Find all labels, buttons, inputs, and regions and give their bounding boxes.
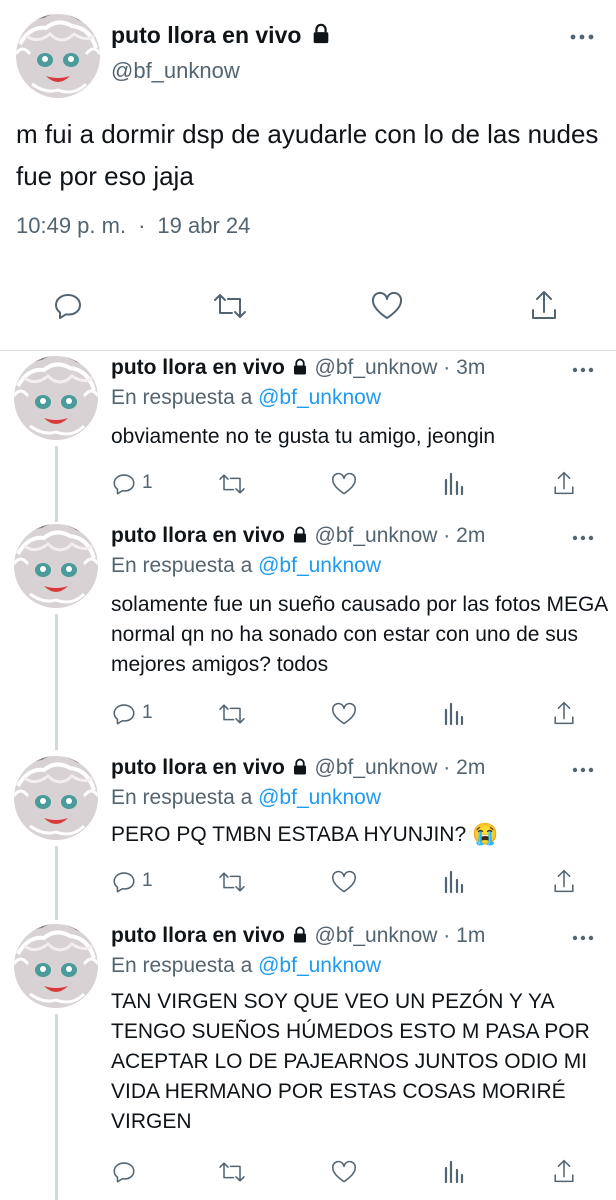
reply-header: puto llora en vivo @bf_unknow · 3m [111, 356, 485, 380]
lock-icon [293, 526, 306, 543]
replying-to: En respuesta a @bf_unknow [111, 554, 381, 578]
share-icon[interactable] [552, 699, 576, 727]
header-separator: · [443, 924, 451, 947]
replying-to-handle[interactable]: @bf_unknow [258, 554, 381, 577]
meta-separator: · [138, 213, 146, 238]
more-icon[interactable] [572, 764, 594, 776]
reply-time[interactable]: 3m [456, 356, 485, 379]
reply-item[interactable]: puto llora en vivo @bf_unknow · 3m En re… [0, 352, 616, 522]
avatar[interactable] [16, 14, 100, 98]
like-icon[interactable] [330, 702, 358, 726]
reply-icon[interactable] [111, 869, 137, 895]
retweet-icon[interactable] [217, 1160, 247, 1184]
lock-icon [313, 23, 329, 44]
more-icon[interactable] [572, 532, 594, 544]
retweet-icon[interactable] [217, 472, 247, 496]
replying-to-handle[interactable]: @bf_unknow [258, 786, 381, 809]
replying-to: En respuesta a @bf_unknow [111, 786, 381, 810]
more-icon[interactable] [570, 30, 594, 44]
replying-to-label: En respuesta a [111, 954, 253, 977]
author-name[interactable]: puto llora en vivo [111, 524, 285, 547]
author-name[interactable]: puto llora en vivo [111, 756, 285, 779]
avatar[interactable] [14, 924, 98, 1008]
tweet-date: 19 abr 24 [157, 213, 251, 238]
author-handle[interactable]: @bf_unknow [315, 356, 438, 379]
reply-count: 1 [142, 472, 153, 493]
header-separator: · [443, 356, 451, 379]
divider [0, 350, 616, 351]
reply-text: solamente fue un sueño causado por las f… [111, 593, 608, 676]
retweet-icon[interactable] [217, 870, 247, 894]
action-bar: 1 [0, 468, 616, 498]
reply-item[interactable]: puto llora en vivo @bf_unknow · 2m En re… [0, 752, 616, 920]
reply-icon[interactable] [111, 701, 137, 727]
avatar[interactable] [14, 524, 98, 608]
reply-header: puto llora en vivo @bf_unknow · 2m [111, 524, 485, 548]
share-icon[interactable] [552, 1157, 576, 1185]
retweet-icon[interactable] [217, 702, 247, 726]
more-icon[interactable] [572, 932, 594, 944]
reply-count: 1 [142, 702, 153, 723]
author-name[interactable]: puto llora en vivo [111, 924, 285, 947]
avatar[interactable] [14, 356, 98, 440]
author-name-text: puto llora en vivo [111, 22, 302, 48]
reply-icon[interactable] [111, 1159, 137, 1185]
lock-icon [293, 758, 306, 775]
like-icon[interactable] [330, 1160, 358, 1184]
reply-count: 1 [142, 870, 153, 891]
action-bar: 1 [0, 866, 616, 896]
action-bar: 1 [0, 698, 616, 728]
share-icon[interactable] [552, 867, 576, 895]
reply-header: puto llora en vivo @bf_unknow · 1m [111, 924, 485, 948]
lock-icon [293, 358, 306, 375]
more-icon[interactable] [572, 364, 594, 376]
lock-icon [293, 926, 306, 943]
author-name[interactable]: puto llora en vivo [111, 22, 332, 49]
reply-time[interactable]: 2m [456, 524, 485, 547]
like-icon[interactable] [330, 870, 358, 894]
reply-text: obviamente no te gusta tu amigo, jeongin [111, 425, 496, 448]
author-handle[interactable]: @bf_unknow [315, 756, 438, 779]
replying-to-label: En respuesta a [111, 386, 253, 409]
share-icon[interactable] [552, 469, 576, 497]
views-icon[interactable] [442, 870, 466, 894]
replying-to-handle[interactable]: @bf_unknow [258, 954, 381, 977]
author-handle[interactable]: @bf_unknow [315, 524, 438, 547]
reply-item[interactable]: puto llora en vivo @bf_unknow · 2m En re… [0, 520, 616, 750]
replying-to-handle[interactable]: @bf_unknow [258, 386, 381, 409]
reply-text: PERO PQ TMBN ESTABA HYUNJIN? 😭 [111, 823, 499, 846]
replying-to: En respuesta a @bf_unknow [111, 954, 381, 978]
tweet-text: m fui a dormir dsp de ayudarle con lo de… [16, 119, 599, 191]
views-icon[interactable] [442, 702, 466, 726]
replying-to: En respuesta a @bf_unknow [111, 386, 381, 410]
replying-to-label: En respuesta a [111, 786, 253, 809]
header-separator: · [443, 524, 451, 547]
views-icon[interactable] [442, 472, 466, 496]
like-icon[interactable] [330, 472, 358, 496]
avatar[interactable] [14, 756, 98, 840]
thread-line [55, 614, 58, 750]
reply-item[interactable]: puto llora en vivo @bf_unknow · 1m En re… [0, 920, 616, 1200]
action-bar [0, 1156, 616, 1186]
like-icon[interactable] [370, 291, 404, 321]
tweet-timestamp[interactable]: 10:49 p. m. · 19 abr 24 [16, 213, 250, 239]
header-separator: · [443, 756, 451, 779]
reply-icon[interactable] [52, 290, 84, 322]
reply-icon[interactable] [111, 471, 137, 497]
retweet-icon[interactable] [212, 291, 248, 321]
views-icon[interactable] [442, 1160, 466, 1184]
tweet-time: 10:49 p. m. [16, 213, 127, 238]
reply-text: TAN VIRGEN SOY QUE VEO UN PEZÓN Y YA TEN… [111, 990, 590, 1133]
author-handle[interactable]: @bf_unknow [111, 58, 240, 84]
author-handle[interactable]: @bf_unknow [315, 924, 438, 947]
author-name[interactable]: puto llora en vivo [111, 356, 285, 379]
replying-to-label: En respuesta a [111, 554, 253, 577]
reply-header: puto llora en vivo @bf_unknow · 2m [111, 756, 485, 780]
share-icon[interactable] [529, 288, 559, 322]
reply-time[interactable]: 2m [456, 756, 485, 779]
reply-time[interactable]: 1m [456, 924, 485, 947]
